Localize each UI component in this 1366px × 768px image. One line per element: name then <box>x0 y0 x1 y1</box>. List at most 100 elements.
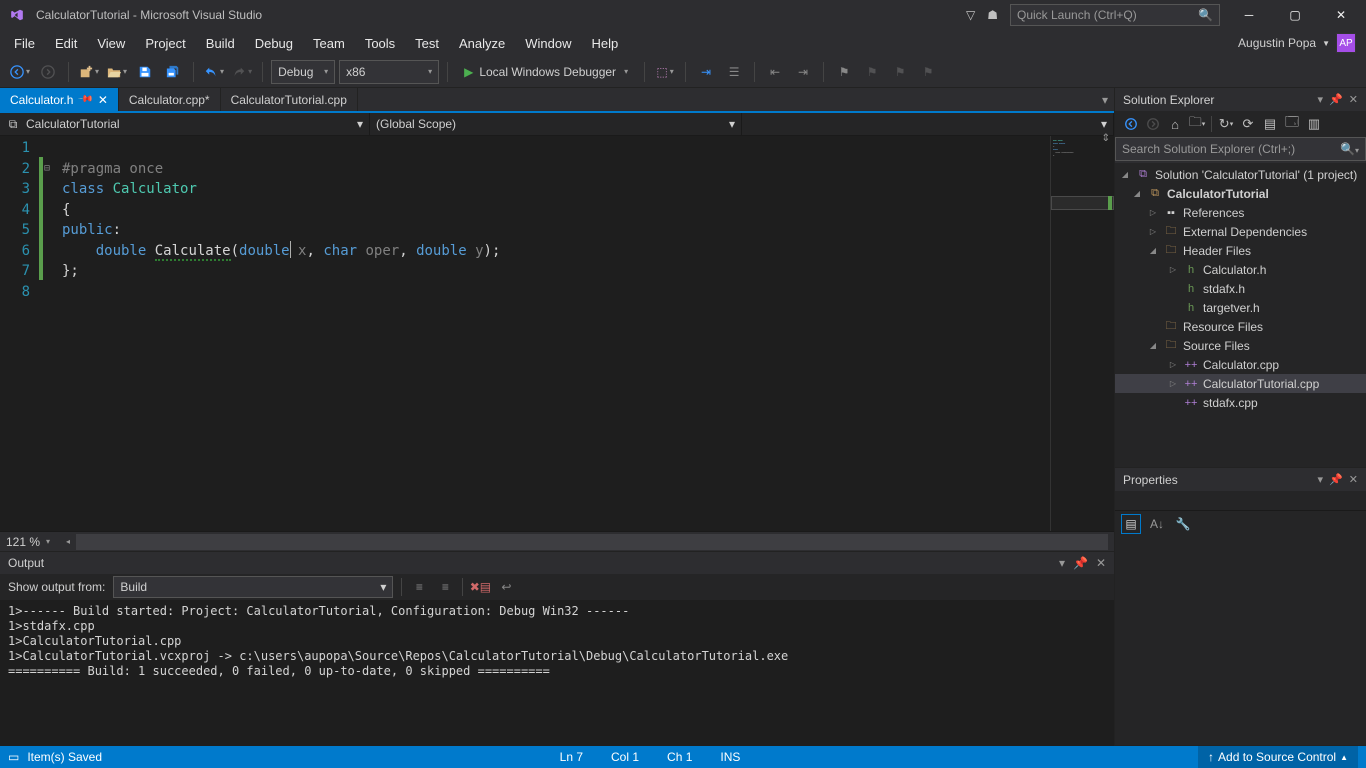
nav-back-button[interactable]: ▾ <box>8 60 32 84</box>
dropdown-icon[interactable]: ▾ <box>1059 556 1065 570</box>
file-calculator-cpp[interactable]: ++Calculator.cpp <box>1115 355 1366 374</box>
signin-area[interactable]: Augustin Popa ▼ AP <box>1238 33 1362 53</box>
close-icon[interactable]: ✕ <box>1349 473 1358 486</box>
bookmark-clear-button[interactable]: ⚑ <box>916 60 940 84</box>
indent-less-button[interactable]: ⇤ <box>763 60 787 84</box>
file-stdafx-h[interactable]: hstdafx.h <box>1115 279 1366 298</box>
code-area[interactable]: #pragma once class Calculator { public: … <box>58 136 1050 531</box>
pin-icon[interactable]: 📌 <box>1329 473 1343 486</box>
scroll-left-button[interactable]: ◂ <box>60 534 76 550</box>
pin-icon[interactable]: 📌 <box>77 91 94 108</box>
indent-more-button[interactable]: ⇥ <box>791 60 815 84</box>
maximize-button[interactable]: ▢ <box>1278 1 1312 29</box>
dropdown-icon[interactable]: ▾ <box>1318 93 1324 106</box>
project-combo[interactable]: ⧉CalculatorTutorial ▾ <box>0 113 370 135</box>
resource-files-node[interactable]: 🗀Resource Files <box>1115 317 1366 336</box>
code-editor[interactable]: 12345678 ⊟ #pragma once class Calculator… <box>0 136 1114 531</box>
refresh-button[interactable]: ⟳ <box>1238 114 1258 134</box>
external-deps-node[interactable]: 🗀External Dependencies <box>1115 222 1366 241</box>
new-project-button[interactable]: ▾ <box>77 60 101 84</box>
save-button[interactable] <box>133 60 157 84</box>
dropdown-icon[interactable]: ▾ <box>1318 473 1324 486</box>
fold-gutter[interactable]: ⊟ <box>44 136 58 531</box>
bookmark-next-button[interactable]: ⚑ <box>888 60 912 84</box>
zoom-level[interactable]: 121 % <box>6 535 40 549</box>
notifications-icon[interactable]: ▽ <box>966 8 975 22</box>
split-handle-icon[interactable]: ⇕ <box>1102 136 1110 139</box>
alphabetical-button[interactable]: A↓ <box>1147 514 1167 534</box>
preview-button[interactable]: ▥ <box>1304 114 1324 134</box>
output-text[interactable]: 1>------ Build started: Project: Calcula… <box>0 600 1114 746</box>
bookmark-prev-button[interactable]: ⚑ <box>860 60 884 84</box>
tab-calculator-cpp[interactable]: Calculator.cpp* <box>119 88 221 111</box>
scope-combo[interactable]: (Global Scope) ▾ <box>370 113 742 135</box>
tabs-overflow[interactable]: ▾ <box>1096 88 1114 111</box>
tab-calculator-h[interactable]: Calculator.h 📌 ✕ <box>0 88 119 111</box>
output-source-combo[interactable]: Build ▾ <box>113 576 393 598</box>
close-icon[interactable]: ✕ <box>1349 93 1358 106</box>
forward-button[interactable] <box>1143 114 1163 134</box>
menu-file[interactable]: File <box>4 32 45 55</box>
home-button[interactable]: ⌂ <box>1165 114 1185 134</box>
file-targetver-h[interactable]: htargetver.h <box>1115 298 1366 317</box>
menu-project[interactable]: Project <box>135 32 195 55</box>
prev-message-button[interactable]: ≡ <box>410 580 428 594</box>
toggle-wordwrap-button[interactable]: ↩ <box>497 580 515 594</box>
solution-button[interactable]: 🗀▾ <box>1187 114 1207 134</box>
solution-node[interactable]: ⧉Solution 'CalculatorTutorial' (1 projec… <box>1115 165 1366 184</box>
open-file-button[interactable]: ▾ <box>105 60 129 84</box>
file-calculatortutorial-cpp[interactable]: ++CalculatorTutorial.cpp <box>1115 374 1366 393</box>
quick-launch-input[interactable]: Quick Launch (Ctrl+Q) 🔍 <box>1010 4 1220 26</box>
references-node[interactable]: ▪▪References <box>1115 203 1366 222</box>
undo-button[interactable]: ▾ <box>202 60 226 84</box>
categorized-button[interactable]: ▤ <box>1121 514 1141 534</box>
next-message-button[interactable]: ≡ <box>436 580 454 594</box>
nav-fwd-button[interactable] <box>36 60 60 84</box>
solution-tree[interactable]: ⧉Solution 'CalculatorTutorial' (1 projec… <box>1115 163 1366 467</box>
source-control-button[interactable]: ↑ Add to Source Control ▲ <box>1198 746 1358 768</box>
redo-button[interactable]: ▾ <box>230 60 254 84</box>
source-files-node[interactable]: 🗀Source Files <box>1115 336 1366 355</box>
platform-combo[interactable]: x86▾ <box>339 60 439 84</box>
step-into-button[interactable]: ⇥ <box>694 60 718 84</box>
pin-icon[interactable]: 📌 <box>1329 93 1343 106</box>
pin-icon[interactable]: 📌 <box>1073 556 1088 570</box>
clear-output-button[interactable]: ✖▤ <box>471 580 489 594</box>
bookmark-button[interactable]: ⚑ <box>832 60 856 84</box>
file-calculator-h[interactable]: hCalculator.h <box>1115 260 1366 279</box>
toolbar-button[interactable]: ⬚▾ <box>653 60 677 84</box>
code-minimap[interactable]: ⇕ ▬▬▬ ▬▬▬▬ ▬▬▬▬ ▬▬▬▬▬ ▬ ▬▬▬▬ ▬▬▬▬ ▬▬▬▬▬▬… <box>1050 136 1114 531</box>
minimize-button[interactable]: ─ <box>1232 1 1266 29</box>
close-icon[interactable]: ✕ <box>98 93 108 107</box>
menu-analyze[interactable]: Analyze <box>449 32 515 55</box>
comment-button[interactable]: ☰ <box>722 60 746 84</box>
member-combo[interactable]: ▾ <box>742 113 1114 135</box>
menu-team[interactable]: Team <box>303 32 355 55</box>
menu-view[interactable]: View <box>87 32 135 55</box>
file-stdafx-cpp[interactable]: ++stdafx.cpp <box>1115 393 1366 412</box>
menu-test[interactable]: Test <box>405 32 449 55</box>
avatar[interactable]: AP <box>1336 33 1356 53</box>
config-combo[interactable]: Debug▾ <box>271 60 335 84</box>
start-debugging-button[interactable]: ▶ Local Windows Debugger ▾ <box>456 60 636 84</box>
menu-window[interactable]: Window <box>515 32 581 55</box>
chevron-down-icon[interactable]: ▾ <box>46 537 50 546</box>
menu-debug[interactable]: Debug <box>245 32 303 55</box>
menu-edit[interactable]: Edit <box>45 32 87 55</box>
solution-search-input[interactable]: Search Solution Explorer (Ctrl+;) 🔍▾ <box>1115 137 1366 161</box>
close-button[interactable]: ✕ <box>1324 1 1358 29</box>
project-node[interactable]: ⧉CalculatorTutorial <box>1115 184 1366 203</box>
header-files-node[interactable]: 🗀Header Files <box>1115 241 1366 260</box>
menu-build[interactable]: Build <box>196 32 245 55</box>
close-icon[interactable]: ✕ <box>1096 556 1106 570</box>
menu-help[interactable]: Help <box>582 32 629 55</box>
show-all-button[interactable]: ▤ <box>1260 114 1280 134</box>
save-all-button[interactable] <box>161 60 185 84</box>
tab-calculatortutorial-cpp[interactable]: CalculatorTutorial.cpp <box>221 88 358 111</box>
properties-wrench-icon[interactable]: 🔧 <box>1173 514 1193 534</box>
feedback-icon[interactable]: ☗ <box>987 8 998 22</box>
horizontal-scrollbar[interactable]: ◂ <box>60 534 1108 550</box>
menu-tools[interactable]: Tools <box>355 32 405 55</box>
properties-button[interactable]: 🗔 <box>1282 114 1302 134</box>
sync-button[interactable]: ↻▾ <box>1216 114 1236 134</box>
